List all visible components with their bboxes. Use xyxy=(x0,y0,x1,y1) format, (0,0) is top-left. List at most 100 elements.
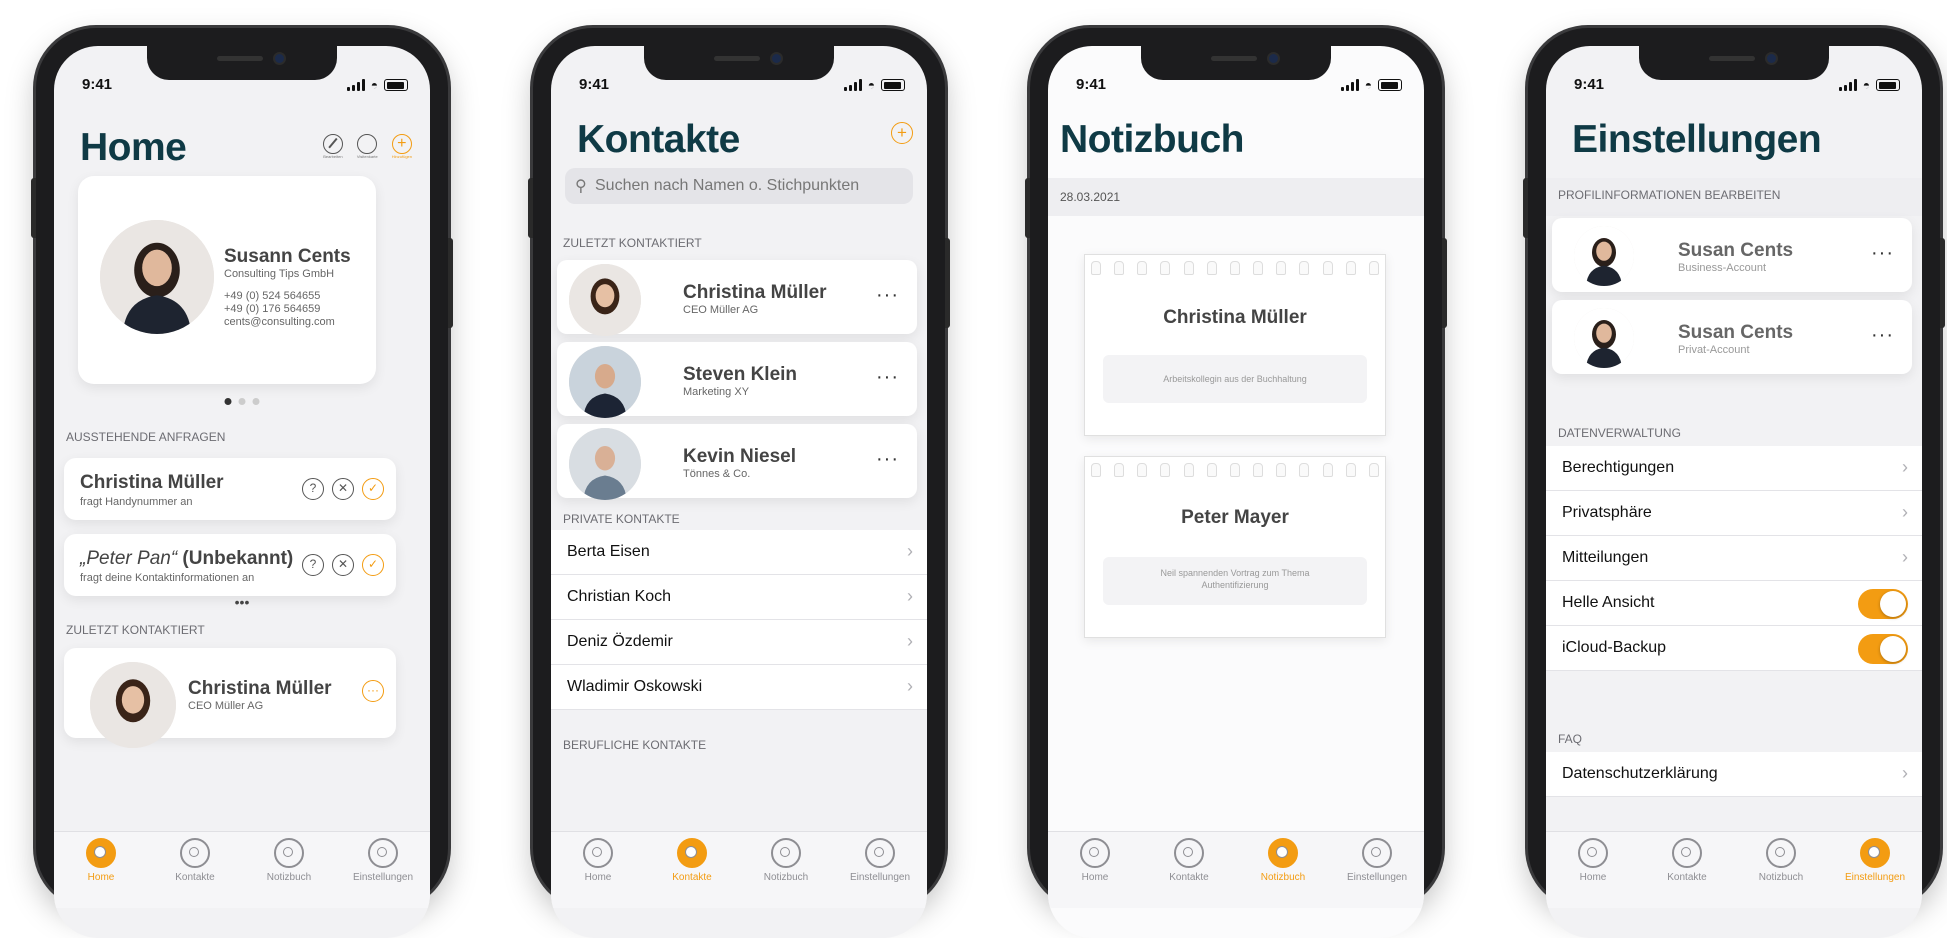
page-title: Notizbuch xyxy=(1060,118,1244,161)
tab-einstellungen[interactable]: Einstellungen xyxy=(1828,832,1922,908)
tab-einstellungen[interactable]: Einstellungen xyxy=(833,832,927,908)
card-phone-1[interactable]: +49 (0) 524 564655 xyxy=(224,290,320,302)
contact-row[interactable]: Wladimir Oskowski › xyxy=(551,665,927,710)
settings-icon xyxy=(368,838,398,868)
contact-row[interactable]: Christian Koch › xyxy=(551,575,927,620)
notch xyxy=(147,46,337,80)
settings-row-mitteilungen[interactable]: Mitteilungen › xyxy=(1546,536,1922,581)
tab-notizbuch[interactable]: Notizbuch xyxy=(739,832,833,908)
decline-icon[interactable]: ✕ xyxy=(332,554,354,576)
chevron-right-icon: › xyxy=(1902,547,1908,567)
more-icon[interactable]: ··· xyxy=(362,680,384,702)
toggle-switch[interactable] xyxy=(1858,589,1908,619)
request-sub: fragt Handynummer an xyxy=(80,496,193,508)
note-card[interactable]: Peter Mayer Neil spannenden Vortrag zum … xyxy=(1084,456,1386,638)
section-faq: FAQ xyxy=(1558,732,1583,746)
more-icon[interactable]: ··· xyxy=(1871,324,1894,347)
more-icon[interactable]: ··· xyxy=(876,284,899,307)
note-text: Neil spannenden Vortrag zum Thema Authen… xyxy=(1103,557,1367,605)
battery-icon xyxy=(384,79,408,91)
request-sub: fragt deine Kontaktinformationen an xyxy=(80,572,255,584)
avatar xyxy=(1574,308,1634,368)
contacts-icon xyxy=(1174,838,1204,868)
tab-einstellungen[interactable]: Einstellungen xyxy=(336,832,430,908)
more-icon[interactable]: ··· xyxy=(876,366,899,389)
tab-notizbuch[interactable]: Notizbuch xyxy=(242,832,336,908)
contact-card[interactable]: Christina Müller CEO Müller AG ··· xyxy=(557,260,917,336)
search-icon: ⚲ xyxy=(575,178,587,195)
contact-row[interactable]: Deniz Özdemir › xyxy=(551,620,927,665)
contacts-icon[interactable]: Visitenkarte xyxy=(356,134,378,159)
settings-row-helle-ansicht: Helle Ansicht xyxy=(1546,581,1922,626)
chevron-right-icon: › xyxy=(1902,763,1908,783)
add-icon[interactable]: + Hinzufügen xyxy=(391,134,412,159)
accept-icon[interactable]: ✓ xyxy=(362,478,384,500)
section-profile: PROFILINFORMATIONEN BEARBEITEN xyxy=(1546,178,1922,216)
phone-kontakte: 9:41 ◓ Kontakte + ⚲ Suchen nach Namen o.… xyxy=(528,28,950,938)
note-name: Christina Müller xyxy=(1163,307,1307,328)
card-email[interactable]: cents@consulting.com xyxy=(224,316,335,328)
accept-icon[interactable]: ✓ xyxy=(362,554,384,576)
more-requests[interactable]: ••• xyxy=(235,594,250,610)
tab-kontakte[interactable]: Kontakte xyxy=(148,832,242,908)
toggle-switch[interactable] xyxy=(1858,634,1908,664)
tab-kontakte[interactable]: Kontakte xyxy=(645,832,739,908)
page-indicator[interactable] xyxy=(224,398,260,405)
card-phone-2[interactable]: +49 (0) 176 564659 xyxy=(224,303,320,315)
tab-bar: Home Kontakte Notizbuch Einstellungen xyxy=(54,831,430,908)
tab-kontakte[interactable]: Kontakte xyxy=(1640,832,1734,908)
avatar xyxy=(569,428,641,500)
chevron-right-icon: › xyxy=(907,631,913,651)
section-pending: AUSSTEHENDE ANFRAGEN xyxy=(66,430,226,444)
profile-card[interactable]: Susan Cents Privat-Account ··· xyxy=(1552,300,1912,374)
page-title: Home xyxy=(80,126,187,169)
question-icon[interactable]: ? xyxy=(302,478,324,500)
settings-row-privatsphaere[interactable]: Privatsphäre › xyxy=(1546,491,1922,536)
tab-bar: Home Kontakte Notizbuch Einstellungen xyxy=(1048,831,1424,908)
tab-home[interactable]: Home xyxy=(551,832,645,908)
avatar xyxy=(90,662,176,748)
more-icon[interactable]: ··· xyxy=(876,448,899,471)
signal-icon xyxy=(1340,79,1359,91)
search-input[interactable]: ⚲ Suchen nach Namen o. Stichpunkten xyxy=(565,168,913,204)
note-card[interactable]: Christina Müller Arbeitskollegin aus der… xyxy=(1084,254,1386,436)
business-card[interactable]: Susann Cents Consulting Tips GmbH +49 (0… xyxy=(78,176,376,384)
recent-card[interactable]: Christina Müller CEO Müller AG ··· xyxy=(64,648,396,748)
note-text: Arbeitskollegin aus der Buchhaltung xyxy=(1103,355,1367,403)
decline-icon[interactable]: ✕ xyxy=(332,478,354,500)
settings-row-datenschutz[interactable]: Datenschutzerklärung › xyxy=(1546,752,1922,797)
profile-name: Susan Cents xyxy=(1678,322,1794,343)
signal-icon xyxy=(346,79,365,91)
signal-icon xyxy=(843,79,862,91)
tab-home[interactable]: Home xyxy=(1048,832,1142,908)
request-card[interactable]: „Peter Pan“ (Unbekannt) fragt deine Kont… xyxy=(64,534,396,596)
request-card[interactable]: Christina Müller fragt Handynummer an ? ✕… xyxy=(64,458,396,520)
tab-einstellungen[interactable]: Einstellungen xyxy=(1330,832,1424,908)
battery-icon xyxy=(1876,79,1900,91)
chevron-right-icon: › xyxy=(907,586,913,606)
tab-kontakte[interactable]: Kontakte xyxy=(1142,832,1236,908)
contact-card[interactable]: Kevin Niesel Tönnes & Co. ··· xyxy=(557,424,917,500)
contacts-icon xyxy=(677,838,707,868)
contact-card[interactable]: Steven Klein Marketing XY ··· xyxy=(557,342,917,418)
tab-home[interactable]: Home xyxy=(1546,832,1640,908)
page-title: Kontakte xyxy=(577,118,740,161)
edit-icon[interactable]: Bearbeiten xyxy=(322,134,343,159)
chevron-right-icon: › xyxy=(1902,502,1908,522)
screen-kontakte: 9:41 ◓ Kontakte + ⚲ Suchen nach Namen o.… xyxy=(551,46,927,938)
settings-row-berechtigungen[interactable]: Berechtigungen › xyxy=(1546,446,1922,491)
more-icon[interactable]: ··· xyxy=(1871,242,1894,265)
section-recent: ZULETZT KONTAKTIERT xyxy=(66,623,205,637)
screen-einstellungen: 9:41 ◓ Einstellungen PROFILINFORMATIONEN… xyxy=(1546,46,1922,938)
notebook-icon xyxy=(1766,838,1796,868)
section-recent: ZULETZT KONTAKTIERT xyxy=(563,236,702,250)
avatar xyxy=(100,220,214,334)
tab-notizbuch[interactable]: Notizbuch xyxy=(1236,832,1330,908)
tab-home[interactable]: Home xyxy=(54,832,148,908)
contact-row[interactable]: Berta Eisen › xyxy=(551,530,927,575)
question-icon[interactable]: ? xyxy=(302,554,324,576)
tab-notizbuch[interactable]: Notizbuch xyxy=(1734,832,1828,908)
add-contact-icon[interactable]: + xyxy=(891,122,913,144)
notebook-icon xyxy=(274,838,304,868)
profile-card[interactable]: Susan Cents Business-Account ··· xyxy=(1552,218,1912,292)
